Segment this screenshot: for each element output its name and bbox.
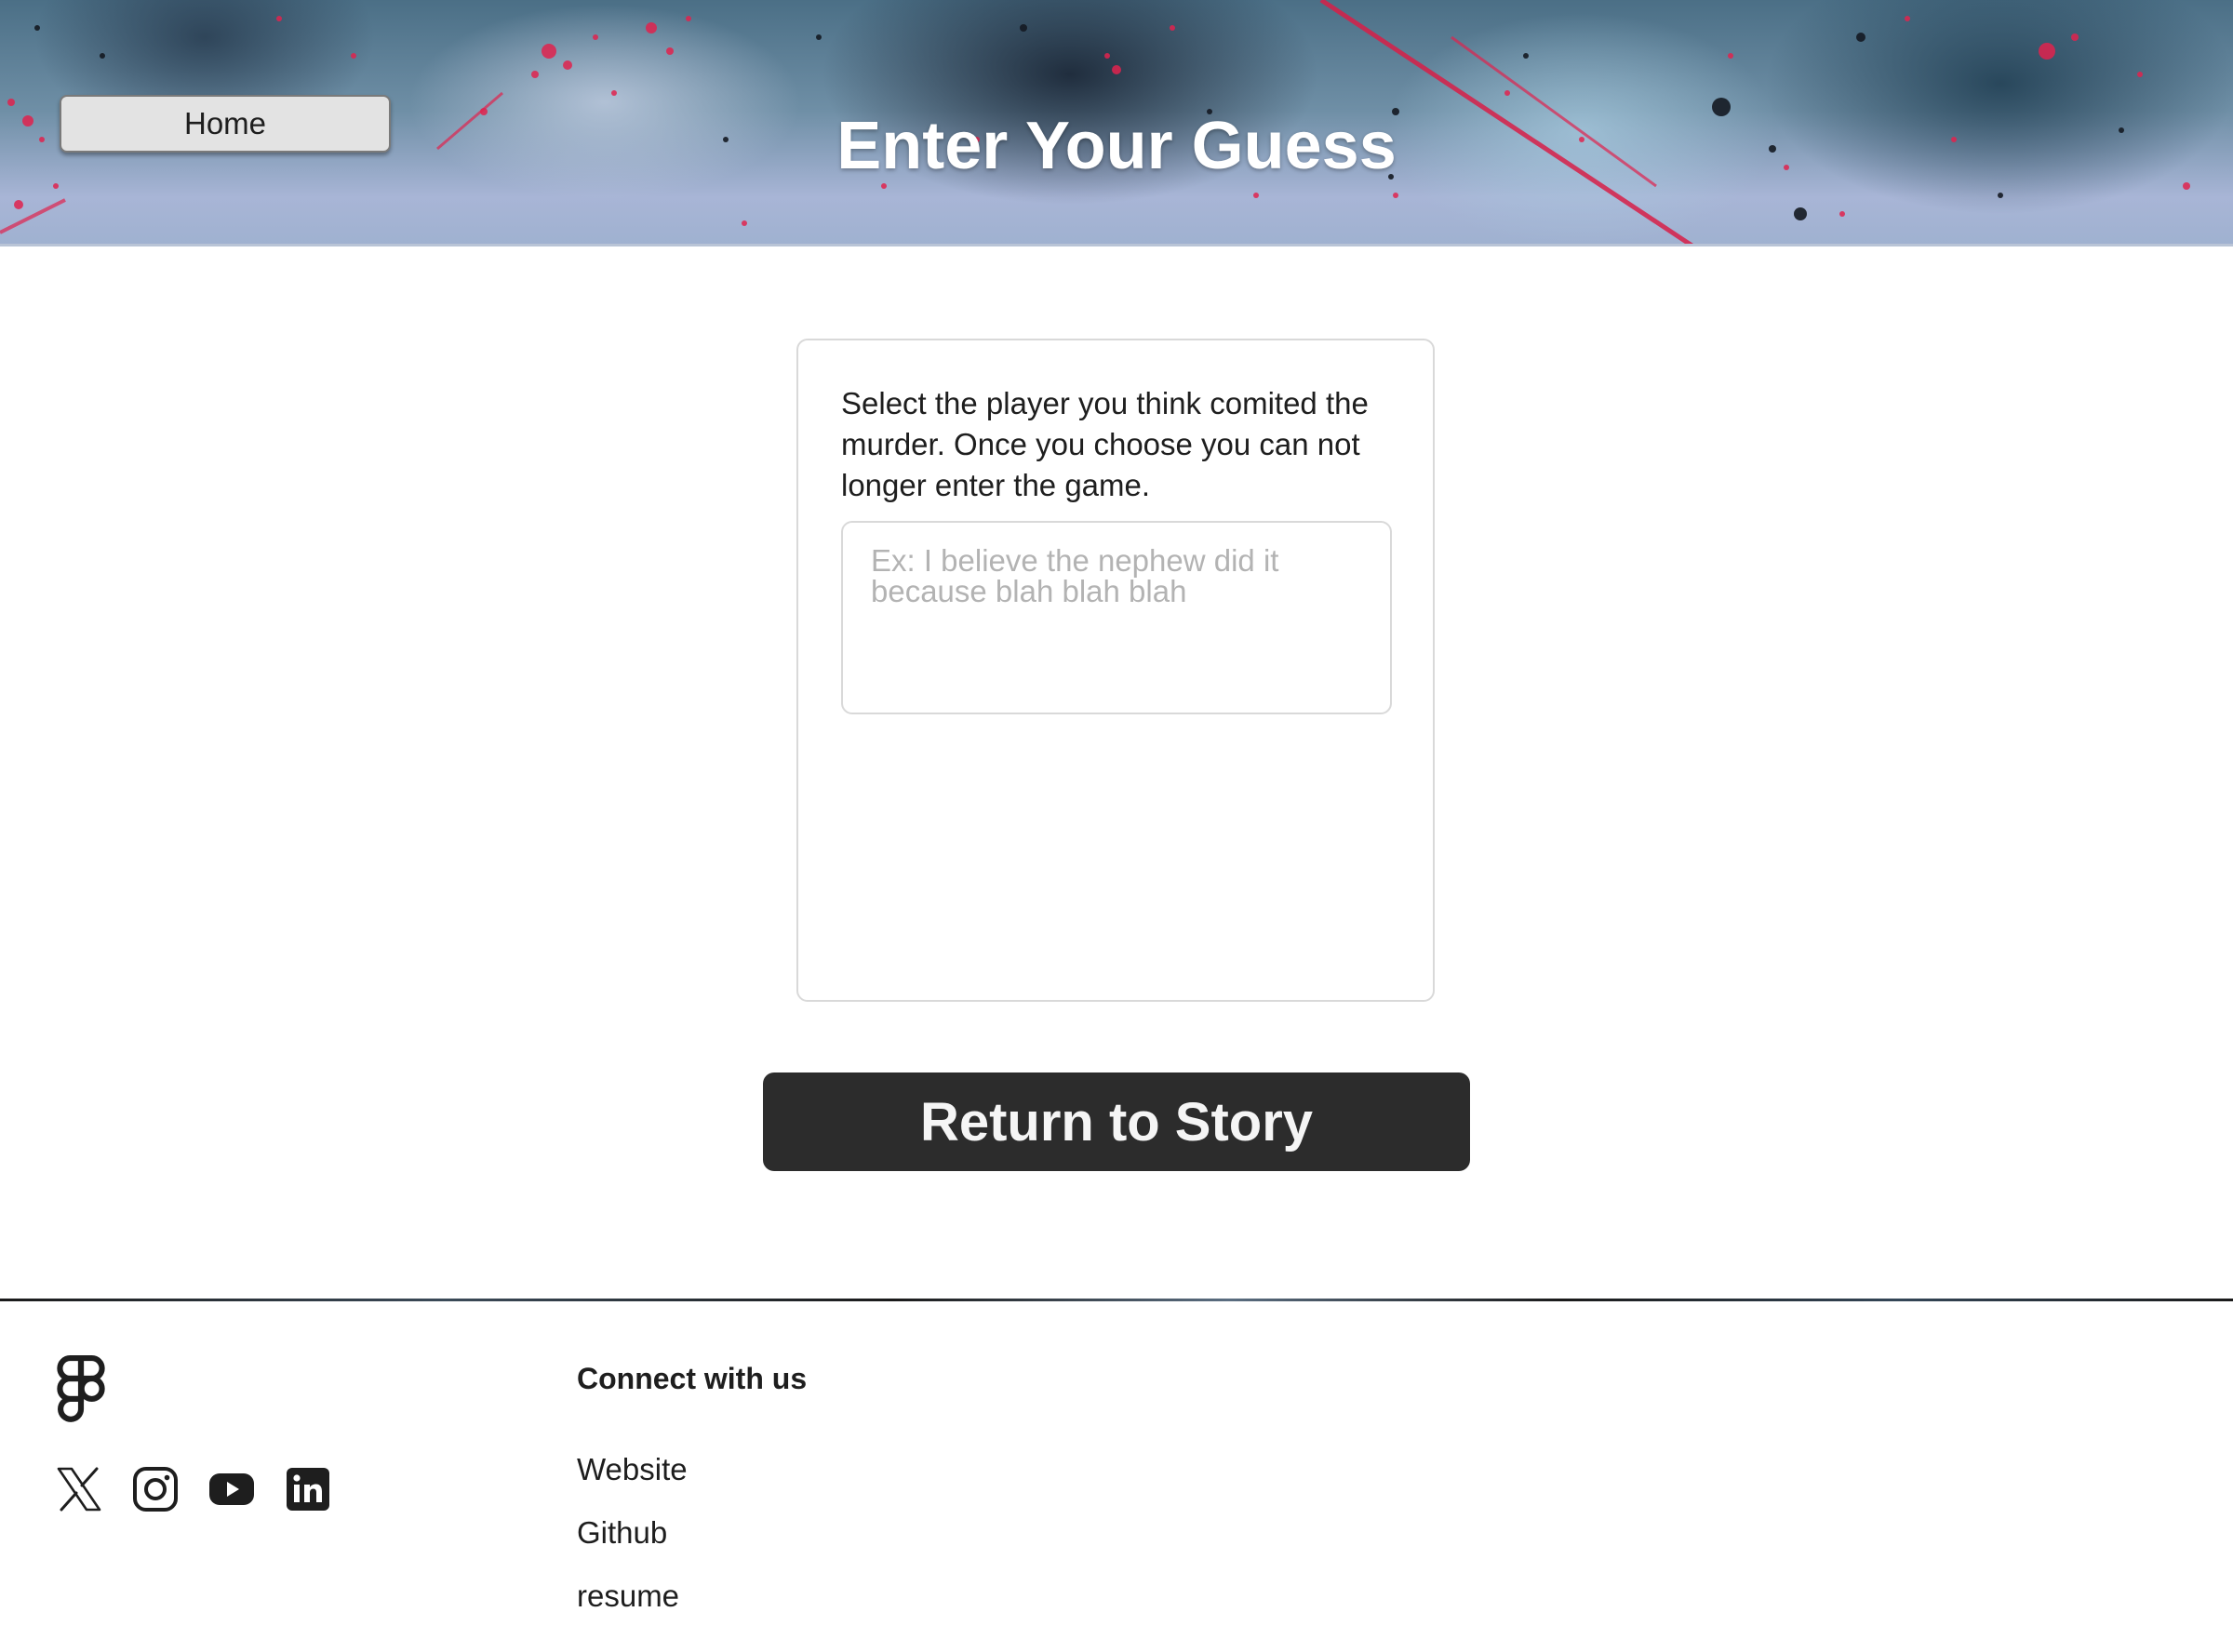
return-to-story-button[interactable]: Return to Story	[763, 1072, 1470, 1171]
guess-card: Select the player you think comited the …	[796, 339, 1435, 1002]
figma-logo-icon	[57, 1355, 105, 1422]
youtube-icon[interactable]	[208, 1466, 255, 1512]
footer-link-website[interactable]: Website	[577, 1452, 688, 1486]
header-border	[0, 244, 2233, 246]
linkedin-icon[interactable]	[285, 1466, 331, 1512]
footer-link-github[interactable]: Github	[577, 1515, 667, 1550]
guess-textarea[interactable]	[841, 521, 1392, 714]
footer-link-resume[interactable]: resume	[577, 1579, 679, 1613]
x-icon[interactable]	[56, 1466, 102, 1512]
footer-links: Website Github resume	[577, 1451, 688, 1641]
footer-divider	[0, 1299, 2233, 1301]
footer-heading: Connect with us	[577, 1362, 808, 1395]
social-icons	[56, 1466, 331, 1512]
instagram-icon[interactable]	[132, 1466, 179, 1512]
page-title: Enter Your Guess	[836, 109, 1397, 183]
guess-instructions: Select the player you think comited the …	[841, 386, 1369, 502]
